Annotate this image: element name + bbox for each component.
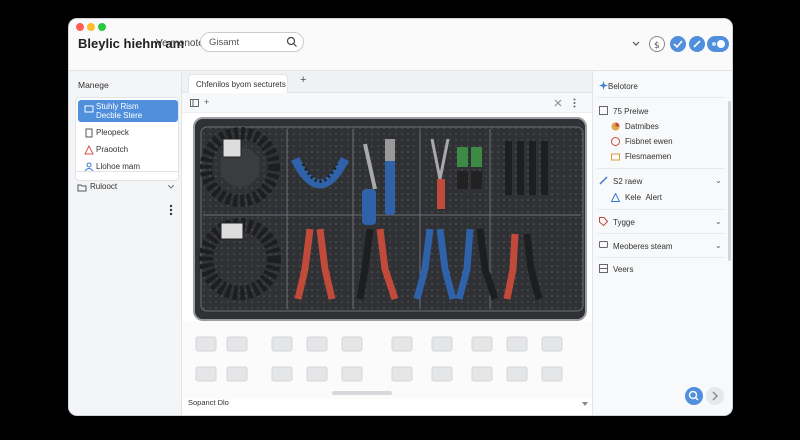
sidebar: Manege Stuhly Rism Decble Stere Pleopeck … [69,71,182,415]
search-placeholder: Gisamt [209,37,240,48]
close-window-button[interactable] [76,23,84,31]
folder-icon [77,184,87,192]
tab-label: Chfenilos byom secturets [196,80,286,89]
tab-bar: Chfenilos byom secturets + [182,71,592,93]
divider [597,257,725,258]
scroll-down-icon[interactable] [582,401,588,407]
warning-icon [611,193,620,202]
minimize-window-button[interactable] [87,23,95,31]
chevron-down-icon[interactable] [632,41,640,47]
divider [597,233,725,234]
more-vertical-icon[interactable] [169,204,173,216]
next-button[interactable] [706,387,724,405]
search-icon[interactable] [286,36,298,48]
grid-icon [599,264,608,273]
sidebar-item[interactable]: Praootch [78,142,178,160]
sidebar-item-label: Pleopeck [96,128,129,137]
svg-text:$: $ [654,41,660,51]
divider [597,168,725,169]
more-vertical-icon[interactable] [573,98,576,108]
search-field[interactable]: Gisamt [200,32,304,52]
search-icon [688,390,699,401]
chevron-down-icon[interactable] [168,185,174,189]
alert-circle-icon [611,137,620,146]
sidebar-item[interactable]: Llohoe mam [78,159,178,177]
tag-icon [599,217,608,226]
dollar-icon[interactable]: $ [649,36,665,52]
sidebar-section-label: Rulooct [90,182,118,191]
divider [597,209,725,210]
zoom-window-button[interactable] [98,23,106,31]
add-icon[interactable]: + [204,97,209,107]
app-window: Bleylic hiehm am Ve monotets Gisamt $ Ma… [69,19,732,415]
edit-icon[interactable] [689,36,705,52]
warning-icon [84,145,94,155]
image-reflection [182,321,592,399]
search-button[interactable] [685,387,703,405]
folder-icon [611,153,620,161]
document-icon [85,128,93,138]
sidebar-header: Manege [78,80,109,90]
list-icon [599,106,608,115]
right-panel: Belotore 75 Preiwe Datmibes Fisbnet ewen… [592,71,732,415]
comment-icon [599,241,608,248]
title-bar: Bleylic hiehm am Ve monotets Gisamt $ [69,19,732,71]
reflection-illustration [195,336,563,395]
divider [597,97,725,98]
chevron-down-icon[interactable]: ⌄ [715,176,722,185]
check-icon[interactable] [670,36,686,52]
toggle-icon[interactable] [707,36,729,52]
pie-icon [611,122,620,131]
sidebar-item-label: Stuhly Rism [96,102,139,111]
list-item-label: Alert [645,193,662,202]
divider [75,171,179,172]
panel-icon[interactable] [190,99,199,107]
sidebar-item-active[interactable]: Stuhly Rism Decble Stere [78,100,178,122]
sidebar-section[interactable]: Rulooct [77,179,177,197]
pencil-icon [599,176,608,185]
spark-icon [599,81,608,90]
tool-tray-illustration [195,119,585,319]
sidebar-list: Stuhly Rism Decble Stere Pleopeck Praootc… [75,97,179,181]
sidebar-item-sublabel: Decble Stere [96,111,143,120]
sidebar-item-label: Llohoe mam [96,162,141,171]
collapse-icon[interactable] [554,99,562,107]
main-content: Chfenilos byom secturets + + Sopanct Dlo [182,71,592,415]
folder-icon [84,105,94,113]
chevron-right-icon [712,391,718,401]
toolbar: + [182,93,592,113]
tool-tray-image [193,117,587,321]
list-item-label: Kele [625,193,642,202]
footer-label: Sopanct Dlo [188,398,229,407]
chevron-down-icon[interactable]: ⌄ [715,217,722,226]
chevron-down-icon[interactable]: ⌄ [715,241,722,250]
add-tab-button[interactable]: + [300,74,306,86]
scrollbar[interactable] [728,101,731,261]
sidebar-item-label: Praootch [96,145,129,154]
sidebar-item[interactable]: Pleopeck [78,125,178,143]
tab-main[interactable]: Chfenilos byom secturets [188,74,288,93]
